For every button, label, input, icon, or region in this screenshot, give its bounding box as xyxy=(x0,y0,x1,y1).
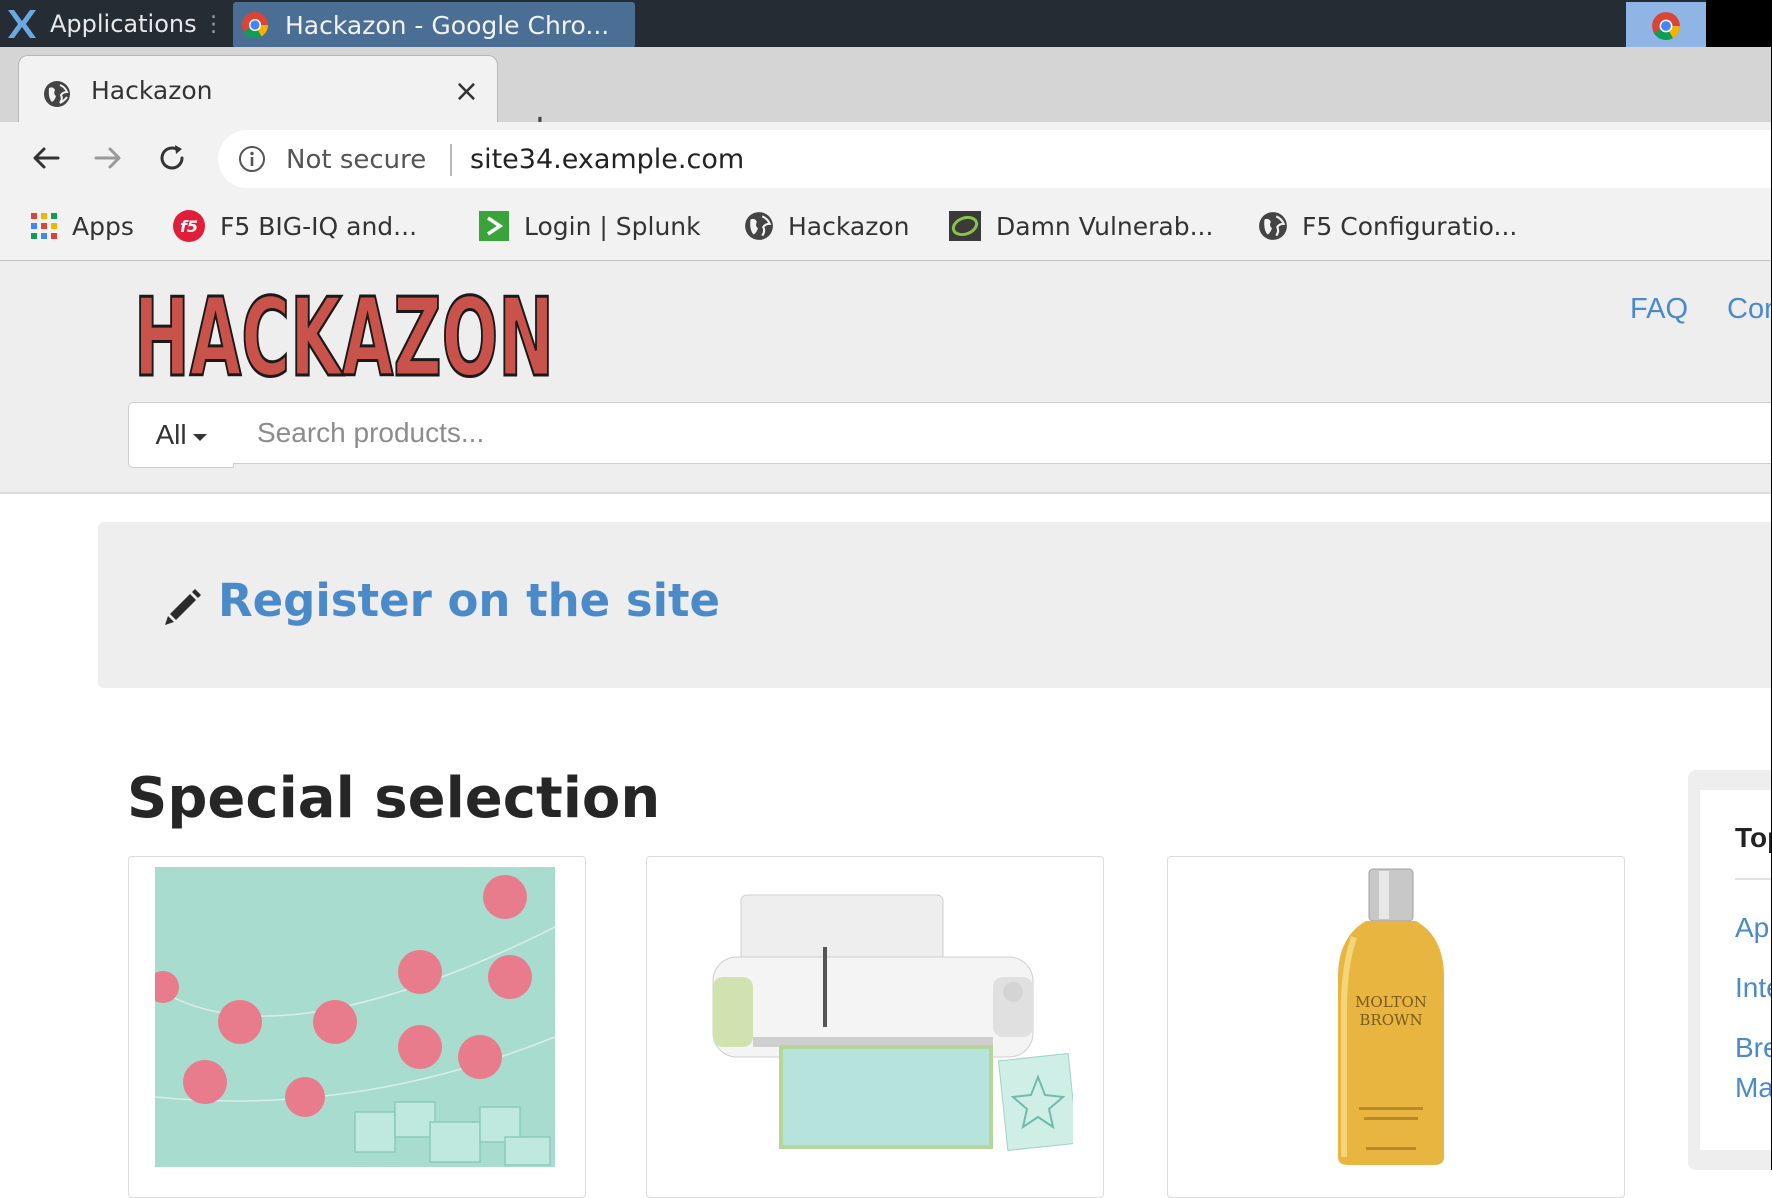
register-link[interactable]: Register on the site xyxy=(218,574,720,627)
site-header: HACKAZON FAQ Con All xyxy=(0,261,1772,494)
search-input[interactable] xyxy=(233,402,1772,464)
product-card[interactable] xyxy=(128,856,586,1198)
tab-hackazon[interactable]: Hackazon × xyxy=(18,55,498,124)
nav-contact-link[interactable]: Con xyxy=(1727,293,1772,326)
f5-icon: f5 xyxy=(172,209,206,243)
tab-title: Hackazon xyxy=(91,76,213,105)
logo-text: HACKAZON xyxy=(134,276,554,391)
product-card[interactable] xyxy=(646,856,1104,1198)
bookmark-label: F5 Configuratio... xyxy=(1302,211,1518,241)
bookmark-dvwa[interactable]: Damn Vulnerab... xyxy=(948,208,1213,244)
bookmark-label: F5 BIG-IQ and... xyxy=(220,211,418,241)
product-card[interactable]: MOLTON BROWN xyxy=(1167,856,1625,1198)
svg-text:f5: f5 xyxy=(180,217,198,236)
pencil-icon xyxy=(162,584,204,626)
security-status: Not secure xyxy=(286,145,427,175)
bookmarks-bar: Apps f5 F5 BIG-IQ and... Login | Splunk … xyxy=(0,194,1772,261)
product-image[interactable]: MOLTON BROWN xyxy=(1194,867,1594,1167)
section-title: Special selection xyxy=(127,766,661,831)
bookmark-f5-configuration[interactable]: F5 Configuratio... xyxy=(1258,208,1517,244)
tray-chrome-button[interactable] xyxy=(1626,2,1706,50)
category-dropdown[interactable]: All xyxy=(128,402,234,468)
browser-tabstrip: Hackazon × + xyxy=(0,47,1772,147)
reload-button[interactable] xyxy=(154,140,190,176)
register-banner: Register on the site xyxy=(98,522,1772,688)
product-image[interactable] xyxy=(155,867,555,1167)
sidebar-divider xyxy=(1735,878,1772,880)
category-value: All xyxy=(155,419,187,450)
arrow-left-icon xyxy=(30,142,62,174)
address-bar[interactable]: Not secure site34.example.com xyxy=(218,130,1772,188)
applications-label: Applications xyxy=(50,10,197,38)
shampoo-brand-text: BROWN xyxy=(1359,1011,1422,1029)
browser-toolbar: Not secure site34.example.com xyxy=(0,122,1772,194)
globe-icon xyxy=(43,80,71,108)
bookmark-hackazon[interactable]: Hackazon xyxy=(744,208,909,244)
reload-icon xyxy=(156,142,188,174)
sidebar-link[interactable]: Inte xyxy=(1735,972,1772,1004)
taskbar-window-title: Hackazon - Google Chro... xyxy=(285,10,610,40)
caret-down-icon xyxy=(192,433,207,441)
arrow-right-icon xyxy=(92,142,124,174)
xfce-logo-icon xyxy=(4,6,40,42)
product-image[interactable] xyxy=(673,867,1073,1167)
tab-close-icon[interactable]: × xyxy=(454,74,479,109)
dvwa-icon xyxy=(948,210,982,242)
chrome-icon xyxy=(1651,11,1681,41)
taskbar-chrome-window[interactable]: Hackazon - Google Chro... xyxy=(233,2,635,48)
bookmark-apps[interactable]: Apps xyxy=(30,208,134,244)
bookmark-splunk[interactable]: Login | Splunk xyxy=(478,208,701,244)
search-bar: All xyxy=(128,402,1772,468)
bookmark-f5-bigiq[interactable]: f5 F5 BIG-IQ and... xyxy=(172,208,417,244)
bookmark-label: Hackazon xyxy=(788,211,910,241)
sidebar-link[interactable]: Ma xyxy=(1735,1072,1772,1104)
chrome-icon xyxy=(241,11,269,39)
applications-menu[interactable]: Applications ⋮ xyxy=(4,4,225,44)
url-text[interactable]: site34.example.com xyxy=(470,144,744,175)
sidebar-link[interactable]: Bre xyxy=(1735,1032,1772,1064)
bookmark-label: Apps xyxy=(72,211,134,241)
apps-grid-icon xyxy=(30,212,58,240)
info-icon[interactable] xyxy=(238,145,266,173)
bookmark-label: Login | Splunk xyxy=(524,211,701,241)
panel-separator: ⋮ xyxy=(202,11,225,37)
sidebar-title: Top xyxy=(1735,822,1772,853)
globe-icon xyxy=(1258,211,1288,241)
shampoo-brand-text: MOLTON xyxy=(1355,993,1427,1011)
desktop-panel: Applications ⋮ Hackazon - Google Chro... xyxy=(0,0,1772,50)
splunk-icon xyxy=(478,210,510,242)
bookmark-label: Damn Vulnerab... xyxy=(996,211,1214,241)
back-button[interactable] xyxy=(28,140,64,176)
hackazon-logo[interactable]: HACKAZON xyxy=(130,271,560,392)
nav-faq-link[interactable]: FAQ xyxy=(1630,293,1688,326)
sidebar-link[interactable]: App xyxy=(1735,912,1772,944)
forward-button[interactable] xyxy=(90,140,126,176)
globe-icon xyxy=(744,211,774,241)
panel-right-area xyxy=(1706,0,1772,47)
omnibox-separator xyxy=(450,144,452,176)
